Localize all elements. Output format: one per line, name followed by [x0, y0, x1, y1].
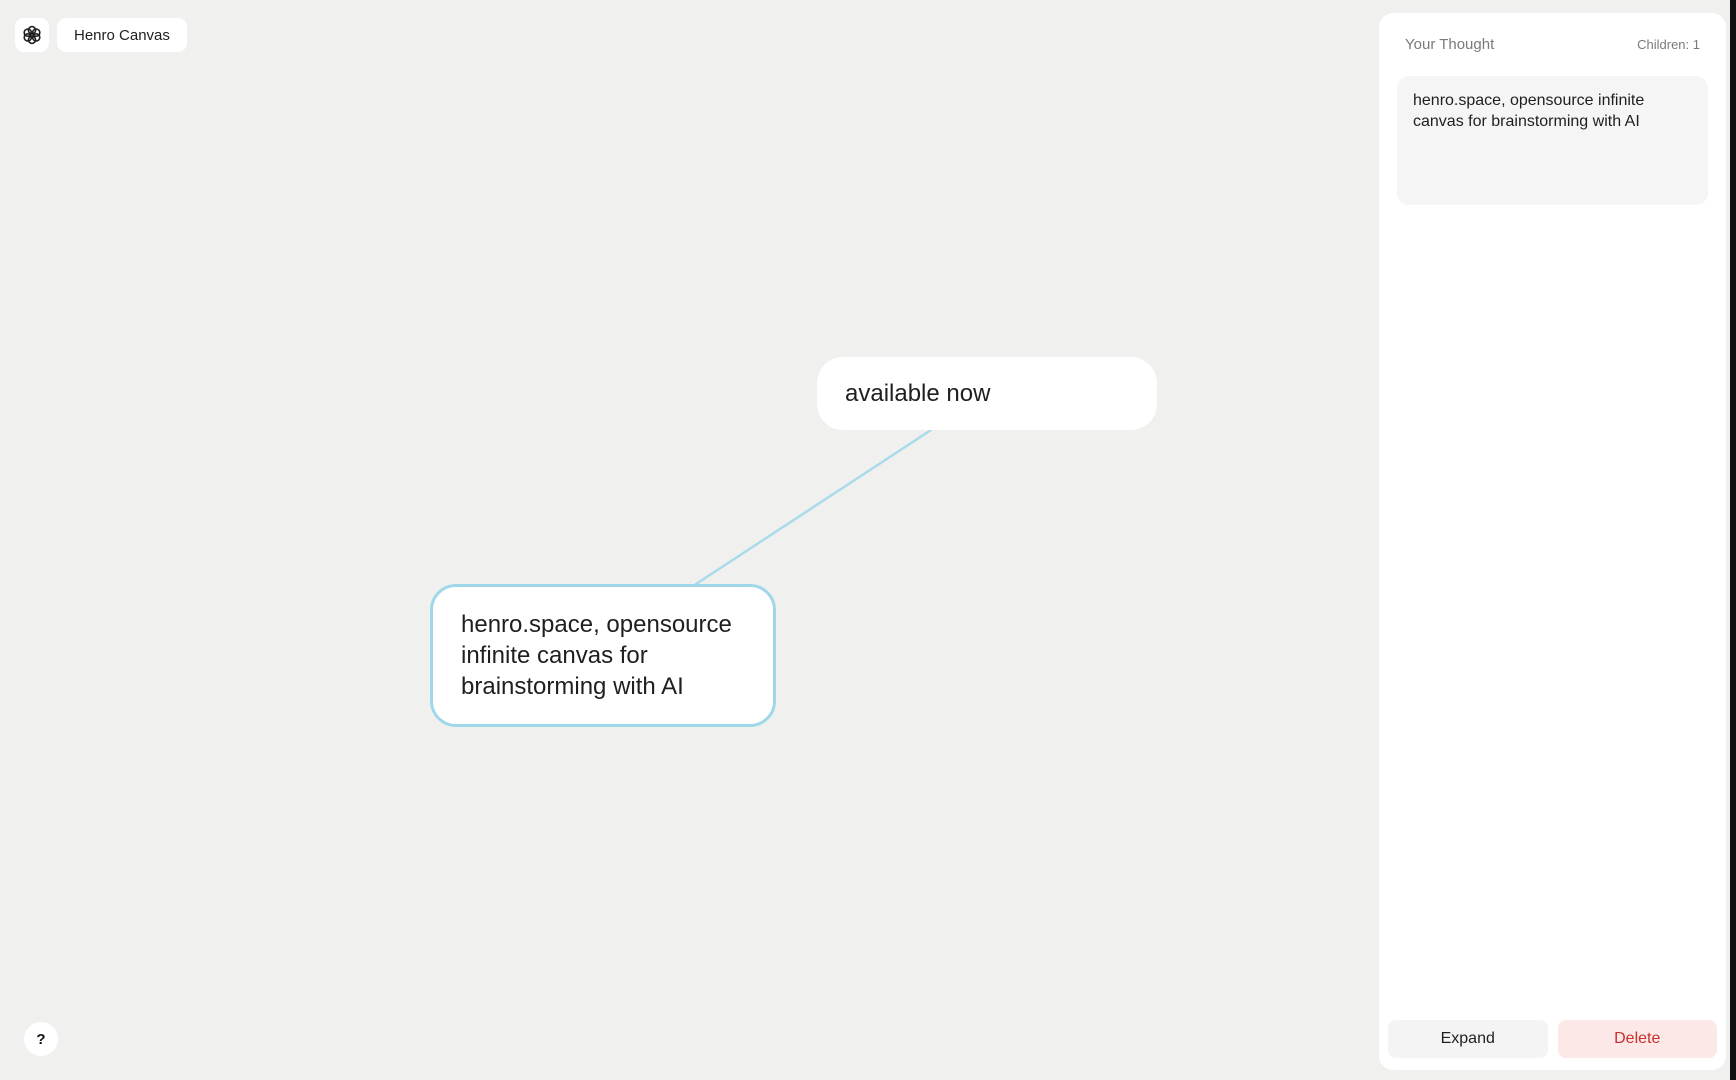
help-button[interactable]: ? [24, 1022, 58, 1056]
app-window: available now henro.space, opensource in… [0, 0, 1736, 1080]
thought-panel: Your Thought Children: 1 henro.space, op… [1379, 13, 1726, 1070]
edge-layer [691, 428, 933, 588]
node-text: henro.space, opensource infinite canvas … [461, 611, 732, 700]
canvas-title: Henro Canvas [74, 26, 170, 44]
window-edge [1730, 0, 1736, 1080]
delete-button-label: Delete [1614, 1030, 1661, 1047]
node-text: available now [845, 380, 991, 407]
panel-title: Your Thought [1405, 36, 1495, 53]
canvas-title-button[interactable]: Henro Canvas [57, 18, 187, 52]
infinite-canvas[interactable]: available now henro.space, opensource in… [0, 0, 1370, 1080]
delete-button[interactable]: Delete [1557, 1020, 1717, 1058]
expand-button[interactable]: Expand [1388, 1020, 1548, 1058]
children-count: Children: 1 [1637, 37, 1700, 52]
expand-button-label: Expand [1440, 1030, 1495, 1047]
thought-text-field[interactable]: henro.space, opensource infinite canvas … [1397, 76, 1708, 205]
thought-text: henro.space, opensource infinite canvas … [1413, 92, 1645, 130]
thought-node-selected[interactable]: henro.space, opensource infinite canvas … [430, 584, 776, 727]
flower-logo-icon [23, 25, 41, 45]
panel-header: Your Thought Children: 1 [1405, 36, 1700, 53]
node-connector-edge [691, 428, 933, 588]
panel-actions: Expand Delete [1388, 1020, 1717, 1058]
logo-button[interactable] [15, 18, 49, 52]
thought-node-available-now[interactable]: available now [817, 357, 1157, 430]
help-question-icon: ? [36, 1030, 46, 1048]
